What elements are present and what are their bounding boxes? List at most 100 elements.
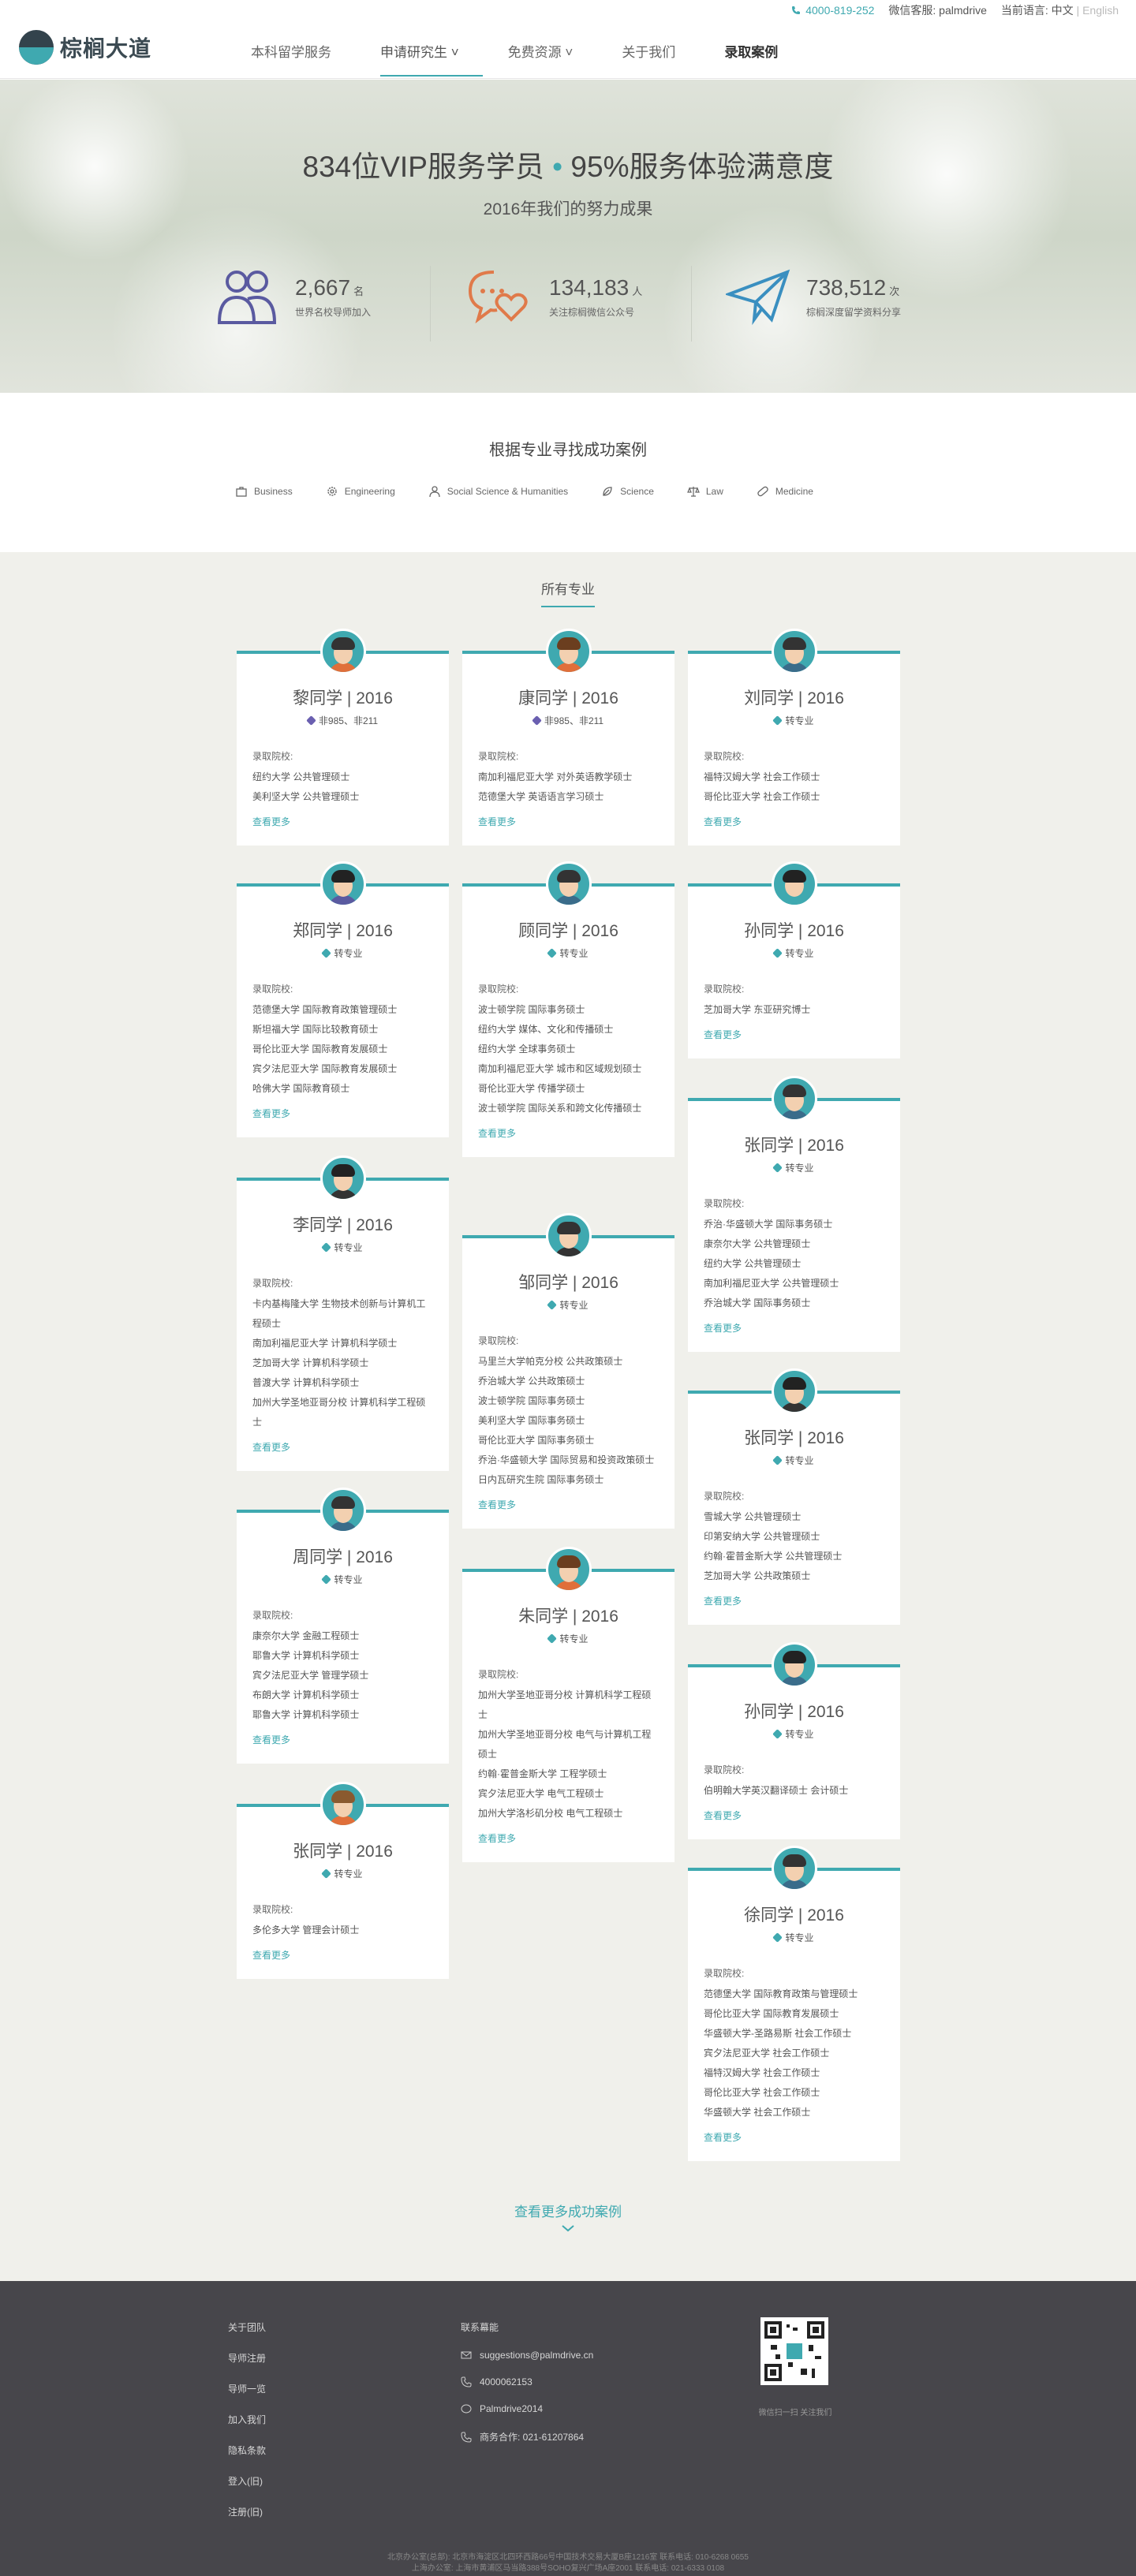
case-card[interactable]: 顾同学 | 2016 转专业 录取院校: 波士顿学院 国际事务硕士 纽约大学 媒体、文化… [462, 861, 674, 1157]
student-name: 郑同学 | 2016 [293, 922, 393, 940]
case-card[interactable]: 郑同学 | 2016 转专业 录取院校: 范德堡大学 国际教育政策管理硕士 斯坦福大学 … [237, 861, 449, 1137]
contact-title: 联系幕能 [461, 2322, 499, 2333]
nav-undergrad[interactable]: 本科留学服务 [251, 41, 355, 77]
school-item: 加州大学圣地亚哥分校 电气与计算机工程硕士 [478, 1729, 652, 1760]
top-bar: 4000-819-252 微信客服: palmdrive 当前语言: 中文 | … [0, 0, 1136, 19]
footer-link-mentor-list[interactable]: 导师一览 [228, 2382, 266, 2395]
footer-link-team[interactable]: 关于团队 [228, 2320, 266, 2334]
lang-chinese[interactable]: 中文 [1052, 4, 1074, 17]
category-law[interactable]: Law [686, 485, 723, 498]
view-more-link[interactable]: 查看更多 [704, 1028, 900, 1041]
view-more-link[interactable]: 查看更多 [704, 1594, 900, 1607]
school-item: 芝加哥大学 公共政策硕士 [704, 1570, 811, 1581]
tag-icon [772, 1163, 783, 1173]
view-more-link[interactable]: 查看更多 [478, 815, 674, 828]
view-more-link[interactable]: 查看更多 [252, 1733, 449, 1746]
category-social-science[interactable]: Social Science & Humanities [428, 485, 568, 498]
school-item: 耶鲁大学 计算机科学硕士 [252, 1709, 360, 1720]
case-card[interactable]: 张同学 | 2016 转专业 录取院校: 雪城大学 公共管理硕士 印第安纳大学 公共管理… [688, 1368, 900, 1625]
stat-shares-label: 棕榈深度留学资料分享 [806, 306, 902, 318]
view-more-link[interactable]: 查看更多 [252, 1948, 449, 1962]
contact-phone[interactable]: 4000062153 [461, 2376, 593, 2387]
nav-free-resources[interactable]: 免费资源 ˅ [508, 41, 597, 77]
avatar [320, 1488, 366, 1533]
stat-mentors-number: 2,667 名 [295, 274, 364, 300]
load-more-cases[interactable]: 查看更多成功案例 [0, 2201, 1136, 2236]
student-name: 张同学 | 2016 [293, 1842, 393, 1861]
admitted-label: 录取院校: [252, 984, 293, 995]
footer-link-mentor-register[interactable]: 导师注册 [228, 2351, 266, 2365]
school-item: 华盛顿大学 社会工作硕士 [704, 2107, 811, 2118]
category-science[interactable]: Science [601, 485, 654, 498]
school-item: 雪城大学 公共管理硕士 [704, 1511, 802, 1522]
phone-link[interactable]: 4000-819-252 [791, 4, 874, 17]
contact-business[interactable]: 商务合作: 021-61207864 [461, 2430, 593, 2443]
student-tag: 转专业 [237, 1867, 449, 1880]
stat-shares: 738,512 次 棕榈深度留学资料分享 [726, 267, 901, 326]
view-more-link[interactable]: 查看更多 [478, 1831, 674, 1845]
school-list: 范德堡大学 国际教育政策与管理硕士 哥伦比亚大学 国际教育发展硕士 华盛顿大学-圣路… [704, 1984, 881, 2122]
student-name: 孙同学 | 2016 [744, 922, 844, 940]
school-item: 芝加哥大学 东亚研究博士 [704, 1004, 811, 1015]
case-card[interactable]: 周同学 | 2016 转专业 录取院校: 康奈尔大学 金融工程硕士 耶鲁大学 计算机科学… [237, 1488, 449, 1764]
case-card[interactable]: 张同学 | 2016 转专业 录取院校: 乔治·华盛顿大学 国际事务硕士 康奈尔大学 公… [688, 1076, 900, 1352]
contact-email[interactable]: suggestions@palmdrive.cn [461, 2350, 593, 2361]
case-card[interactable]: 孙同学 | 2016 转专业 录取院校: 芝加哥大学 东亚研究博士 查看更多 [688, 861, 900, 1058]
nav-graduate[interactable]: 申请研究生 ˅ [380, 41, 483, 77]
student-tag: 转专业 [462, 1632, 674, 1645]
school-item: 约翰·霍普金斯大学 公共管理硕士 [704, 1551, 843, 1562]
school-item: 南加利福尼亚大学 城市和区域规划硕士 [478, 1063, 642, 1074]
footer-copyright: 北京办公室(总部): 北京市海淀区北四环西路66号中国技术交易大厦B座1216室… [387, 2553, 749, 2573]
nav-about[interactable]: 关于我们 [622, 41, 699, 77]
school-item: 宾夕法尼亚大学 国际教育发展硕士 [252, 1063, 398, 1074]
view-more-link[interactable]: 查看更多 [704, 1321, 900, 1335]
view-more-link[interactable]: 查看更多 [252, 1440, 449, 1454]
tab-all-majors[interactable]: 所有专业 [0, 578, 1136, 607]
school-item: 斯坦福大学 国际比较教育硕士 [252, 1024, 379, 1035]
view-more-link[interactable]: 查看更多 [704, 815, 900, 828]
category-business[interactable]: Business [235, 485, 293, 498]
case-card[interactable]: 孙同学 | 2016 转专业 录取院校: 伯明翰大学英汉翻译硕士 会计硕士 查看更多 [688, 1642, 900, 1839]
view-more-link[interactable]: 查看更多 [252, 815, 449, 828]
footer-link-join[interactable]: 加入我们 [228, 2413, 266, 2426]
case-card[interactable]: 邹同学 | 2016 转专业 录取院校: 马里兰大学帕克分校 公共政策硕士 乔治城大学 … [462, 1213, 674, 1529]
view-more-link[interactable]: 查看更多 [478, 1498, 674, 1511]
logo[interactable]: 棕榈大道 [19, 30, 151, 65]
case-card[interactable]: 康同学 | 2016 非985、非211 录取院校: 南加利福尼亚大学 对外英语教学硕… [462, 629, 674, 846]
nav-cases[interactable]: 录取案例 [724, 41, 802, 77]
case-card[interactable]: 刘同学 | 2016 转专业 录取院校: 福特汉姆大学 社会工作硕士 哥伦比亚大学 社会… [688, 629, 900, 846]
case-card[interactable]: 张同学 | 2016 转专业 录取院校: 多伦多大学 管理会计硕士 查看更多 [237, 1782, 449, 1979]
school-item: 哥伦比亚大学 国际事务硕士 [478, 1435, 595, 1446]
avatar [772, 1642, 817, 1688]
footer-link-login-old[interactable]: 登入(旧) [228, 2474, 266, 2488]
case-card[interactable]: 朱同学 | 2016 转专业 录取院校: 加州大学圣地亚哥分校 计算机科学工程硕士 加州… [462, 1547, 674, 1862]
view-more-link[interactable]: 查看更多 [478, 1126, 674, 1140]
view-more-link[interactable]: 查看更多 [704, 1809, 900, 1822]
school-list: 多伦多大学 管理会计硕士 [252, 1921, 430, 1940]
school-item: 南加利福尼亚大学 对外英语教学硕士 [478, 771, 633, 782]
lang-english[interactable]: English [1082, 4, 1119, 17]
category-medicine[interactable]: Medicine [757, 485, 813, 498]
case-card[interactable]: 李同学 | 2016 转专业 录取院校: 卡内基梅隆大学 生物技术创新与计算机工程硕士… [237, 1155, 449, 1471]
school-item: 约翰·霍普金斯大学 工程学硕士 [478, 1768, 607, 1779]
category-engineering[interactable]: Engineering [326, 485, 395, 498]
case-card[interactable]: 徐同学 | 2016 转专业 录取院校: 范德堡大学 国际教育政策与管理硕士 哥伦比亚大… [688, 1846, 900, 2161]
avatar [546, 1547, 592, 1592]
student-tag: 非985、非211 [462, 714, 674, 727]
view-more-link[interactable]: 查看更多 [252, 1107, 449, 1120]
chevron-down-icon [562, 2225, 574, 2232]
avatar [772, 1368, 817, 1414]
footer-link-register-old[interactable]: 注册(旧) [228, 2505, 266, 2518]
view-more-link[interactable]: 查看更多 [704, 2130, 900, 2144]
school-item: 美利坚大学 公共管理硕士 [252, 791, 360, 802]
school-item: 纽约大学 公共管理硕士 [252, 771, 350, 782]
school-item: 哥伦比亚大学 国际教育发展硕士 [704, 2008, 839, 2019]
qr-code-image [764, 2321, 824, 2381]
tag-icon [547, 1300, 558, 1310]
school-list: 波士顿学院 国际事务硕士 纽约大学 媒体、文化和传播硕士 纽约大学 全球事务硕士 南加… [478, 1000, 656, 1118]
contact-wechat[interactable]: Palmdrive2014 [461, 2403, 593, 2414]
footer-link-privacy[interactable]: 隐私条款 [228, 2443, 266, 2457]
case-card[interactable]: 黎同学 | 2016 非985、非211 录取院校: 纽约大学 公共管理硕士 美利坚大学… [237, 629, 449, 846]
student-tag: 转专业 [462, 1298, 674, 1312]
filter-title: 根据专业寻找成功案例 [489, 442, 647, 459]
